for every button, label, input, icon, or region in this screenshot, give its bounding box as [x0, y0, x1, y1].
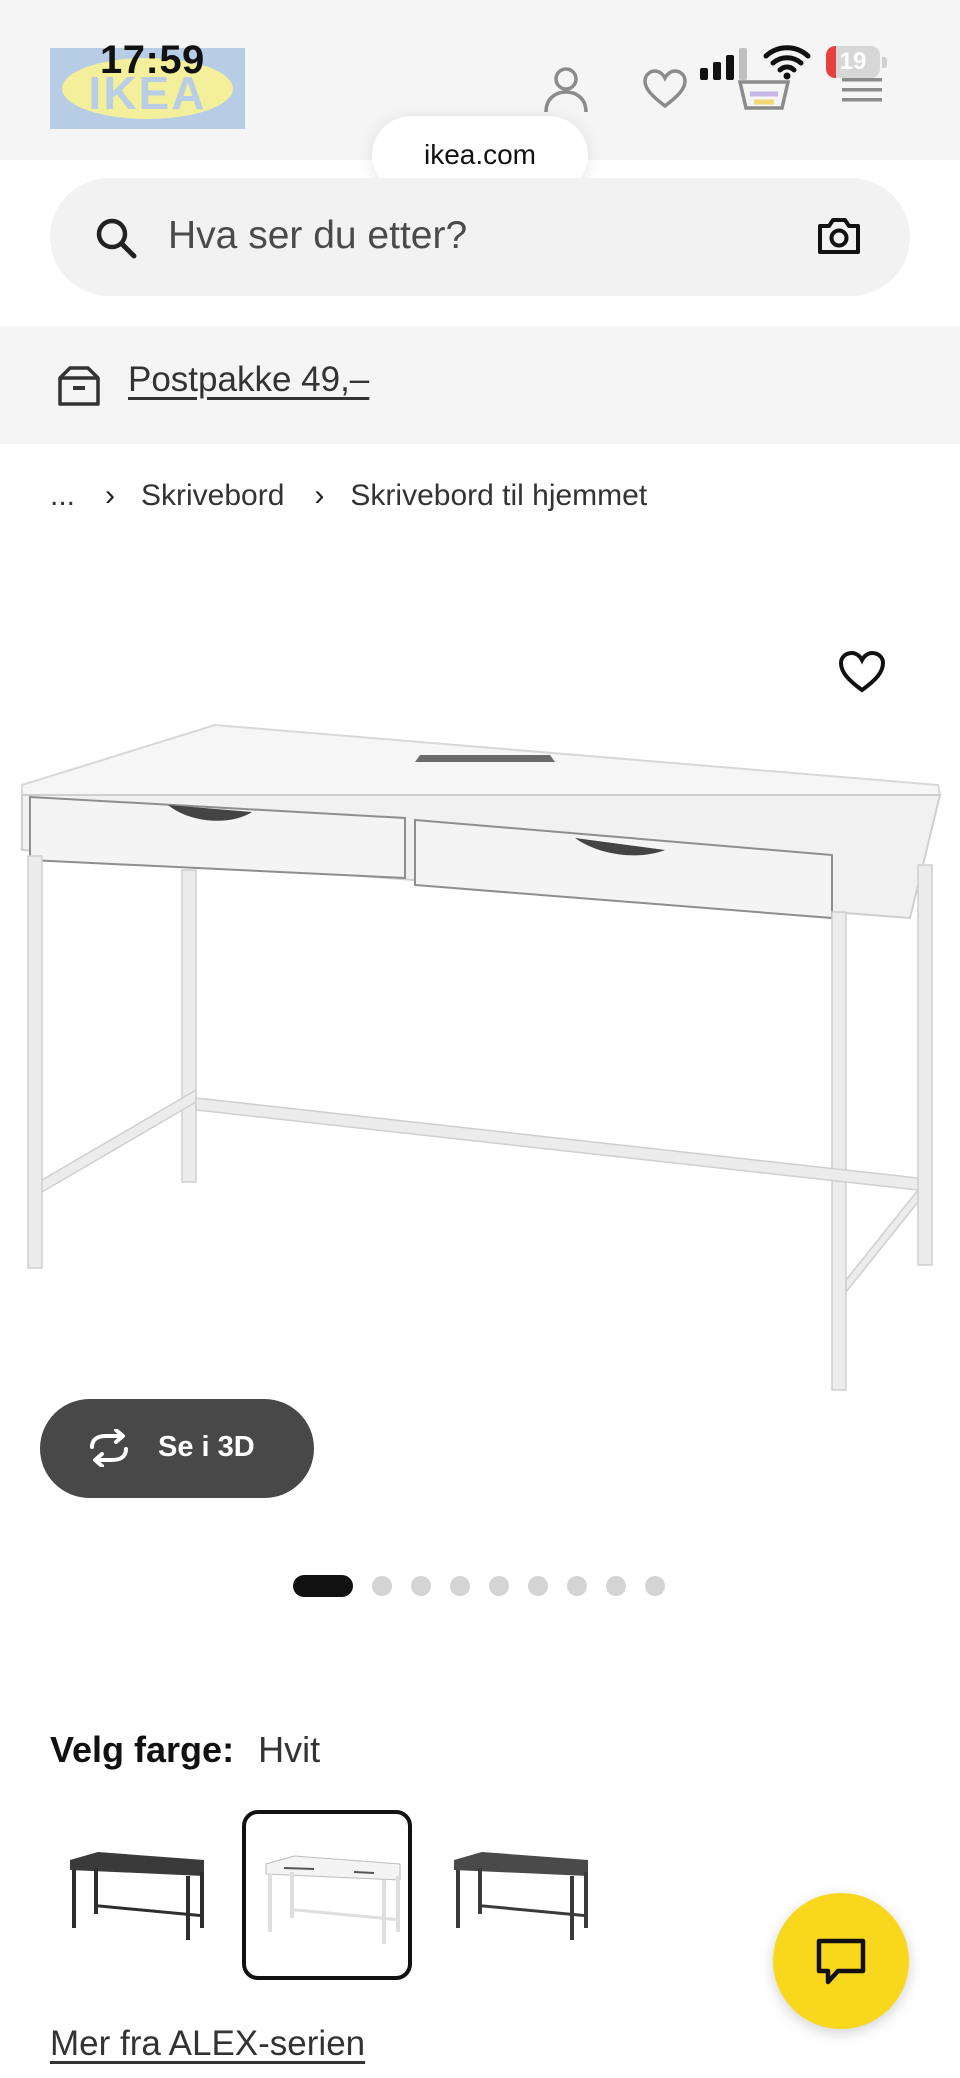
carousel-dot[interactable]	[489, 1576, 509, 1596]
breadcrumb-item-skrivebord-til-hjemmet[interactable]: Skrivebord til hjemmet	[350, 479, 647, 513]
carousel-dot[interactable]	[606, 1576, 626, 1596]
rotate-icon	[90, 1429, 128, 1467]
battery-cap	[882, 57, 887, 68]
view-3d-button[interactable]: Se i 3D	[40, 1399, 314, 1498]
carousel-dot[interactable]	[645, 1576, 665, 1596]
product-image-desk[interactable]	[0, 700, 960, 1400]
desk-thumbnail-white	[265, 1855, 401, 1944]
chat-button[interactable]	[773, 1893, 909, 2029]
color-swatch-white[interactable]	[242, 1810, 412, 1980]
cellular-signal-icon	[700, 48, 752, 80]
battery-level: 19	[839, 48, 867, 75]
carousel-dot[interactable]	[528, 1576, 548, 1596]
color-selected-value: Hvit	[258, 1729, 321, 1770]
carousel-dot[interactable]	[372, 1576, 392, 1596]
wifi-icon	[763, 45, 811, 80]
color-swatch-dark-grey[interactable]	[434, 1810, 604, 1980]
series-link[interactable]: Mer fra ALEX-serien	[50, 2024, 365, 2064]
carousel-dot[interactable]	[450, 1576, 470, 1596]
heart-icon[interactable]	[642, 68, 688, 110]
chat-icon	[816, 1938, 866, 1985]
breadcrumb-item-skrivebord[interactable]: Skrivebord	[141, 479, 284, 513]
search-bar[interactable]: Hva ser du etter?	[50, 178, 910, 296]
camera-icon[interactable]	[816, 216, 862, 256]
desk-thumbnail-dark-grey	[454, 1852, 588, 1940]
battery-icon: 19	[826, 46, 888, 80]
breadcrumb: ... › Skrivebord › Skrivebord til hjemme…	[50, 476, 647, 516]
delivery-banner: Postpakke 49,–	[0, 326, 960, 444]
view-3d-label: Se i 3D	[158, 1431, 255, 1463]
user-icon[interactable]	[542, 64, 590, 114]
delivery-link[interactable]: Postpakke 49,–	[128, 360, 369, 400]
status-time: 17:59	[100, 38, 205, 82]
package-box-icon	[58, 366, 100, 406]
desk-thumbnail-black	[70, 1852, 204, 1940]
carousel-dot[interactable]	[411, 1576, 431, 1596]
breadcrumb-ellipsis[interactable]: ...	[50, 479, 75, 513]
carousel-dot[interactable]	[567, 1576, 587, 1596]
color-label: Velg farge:	[50, 1729, 235, 1770]
favorite-heart-icon[interactable]	[838, 650, 886, 694]
color-swatch-black[interactable]	[50, 1810, 220, 1980]
search-input[interactable]: Hva ser du etter?	[168, 214, 467, 258]
breadcrumb-separator: ›	[105, 479, 116, 512]
breadcrumb-separator: ›	[314, 479, 325, 512]
carousel-dot-active[interactable]	[293, 1575, 353, 1597]
search-icon	[96, 218, 137, 259]
battery-body: 19	[826, 46, 880, 78]
color-picker-heading: Velg farge: Hvit	[50, 1729, 320, 1771]
carousel-dots[interactable]	[293, 1575, 684, 1597]
